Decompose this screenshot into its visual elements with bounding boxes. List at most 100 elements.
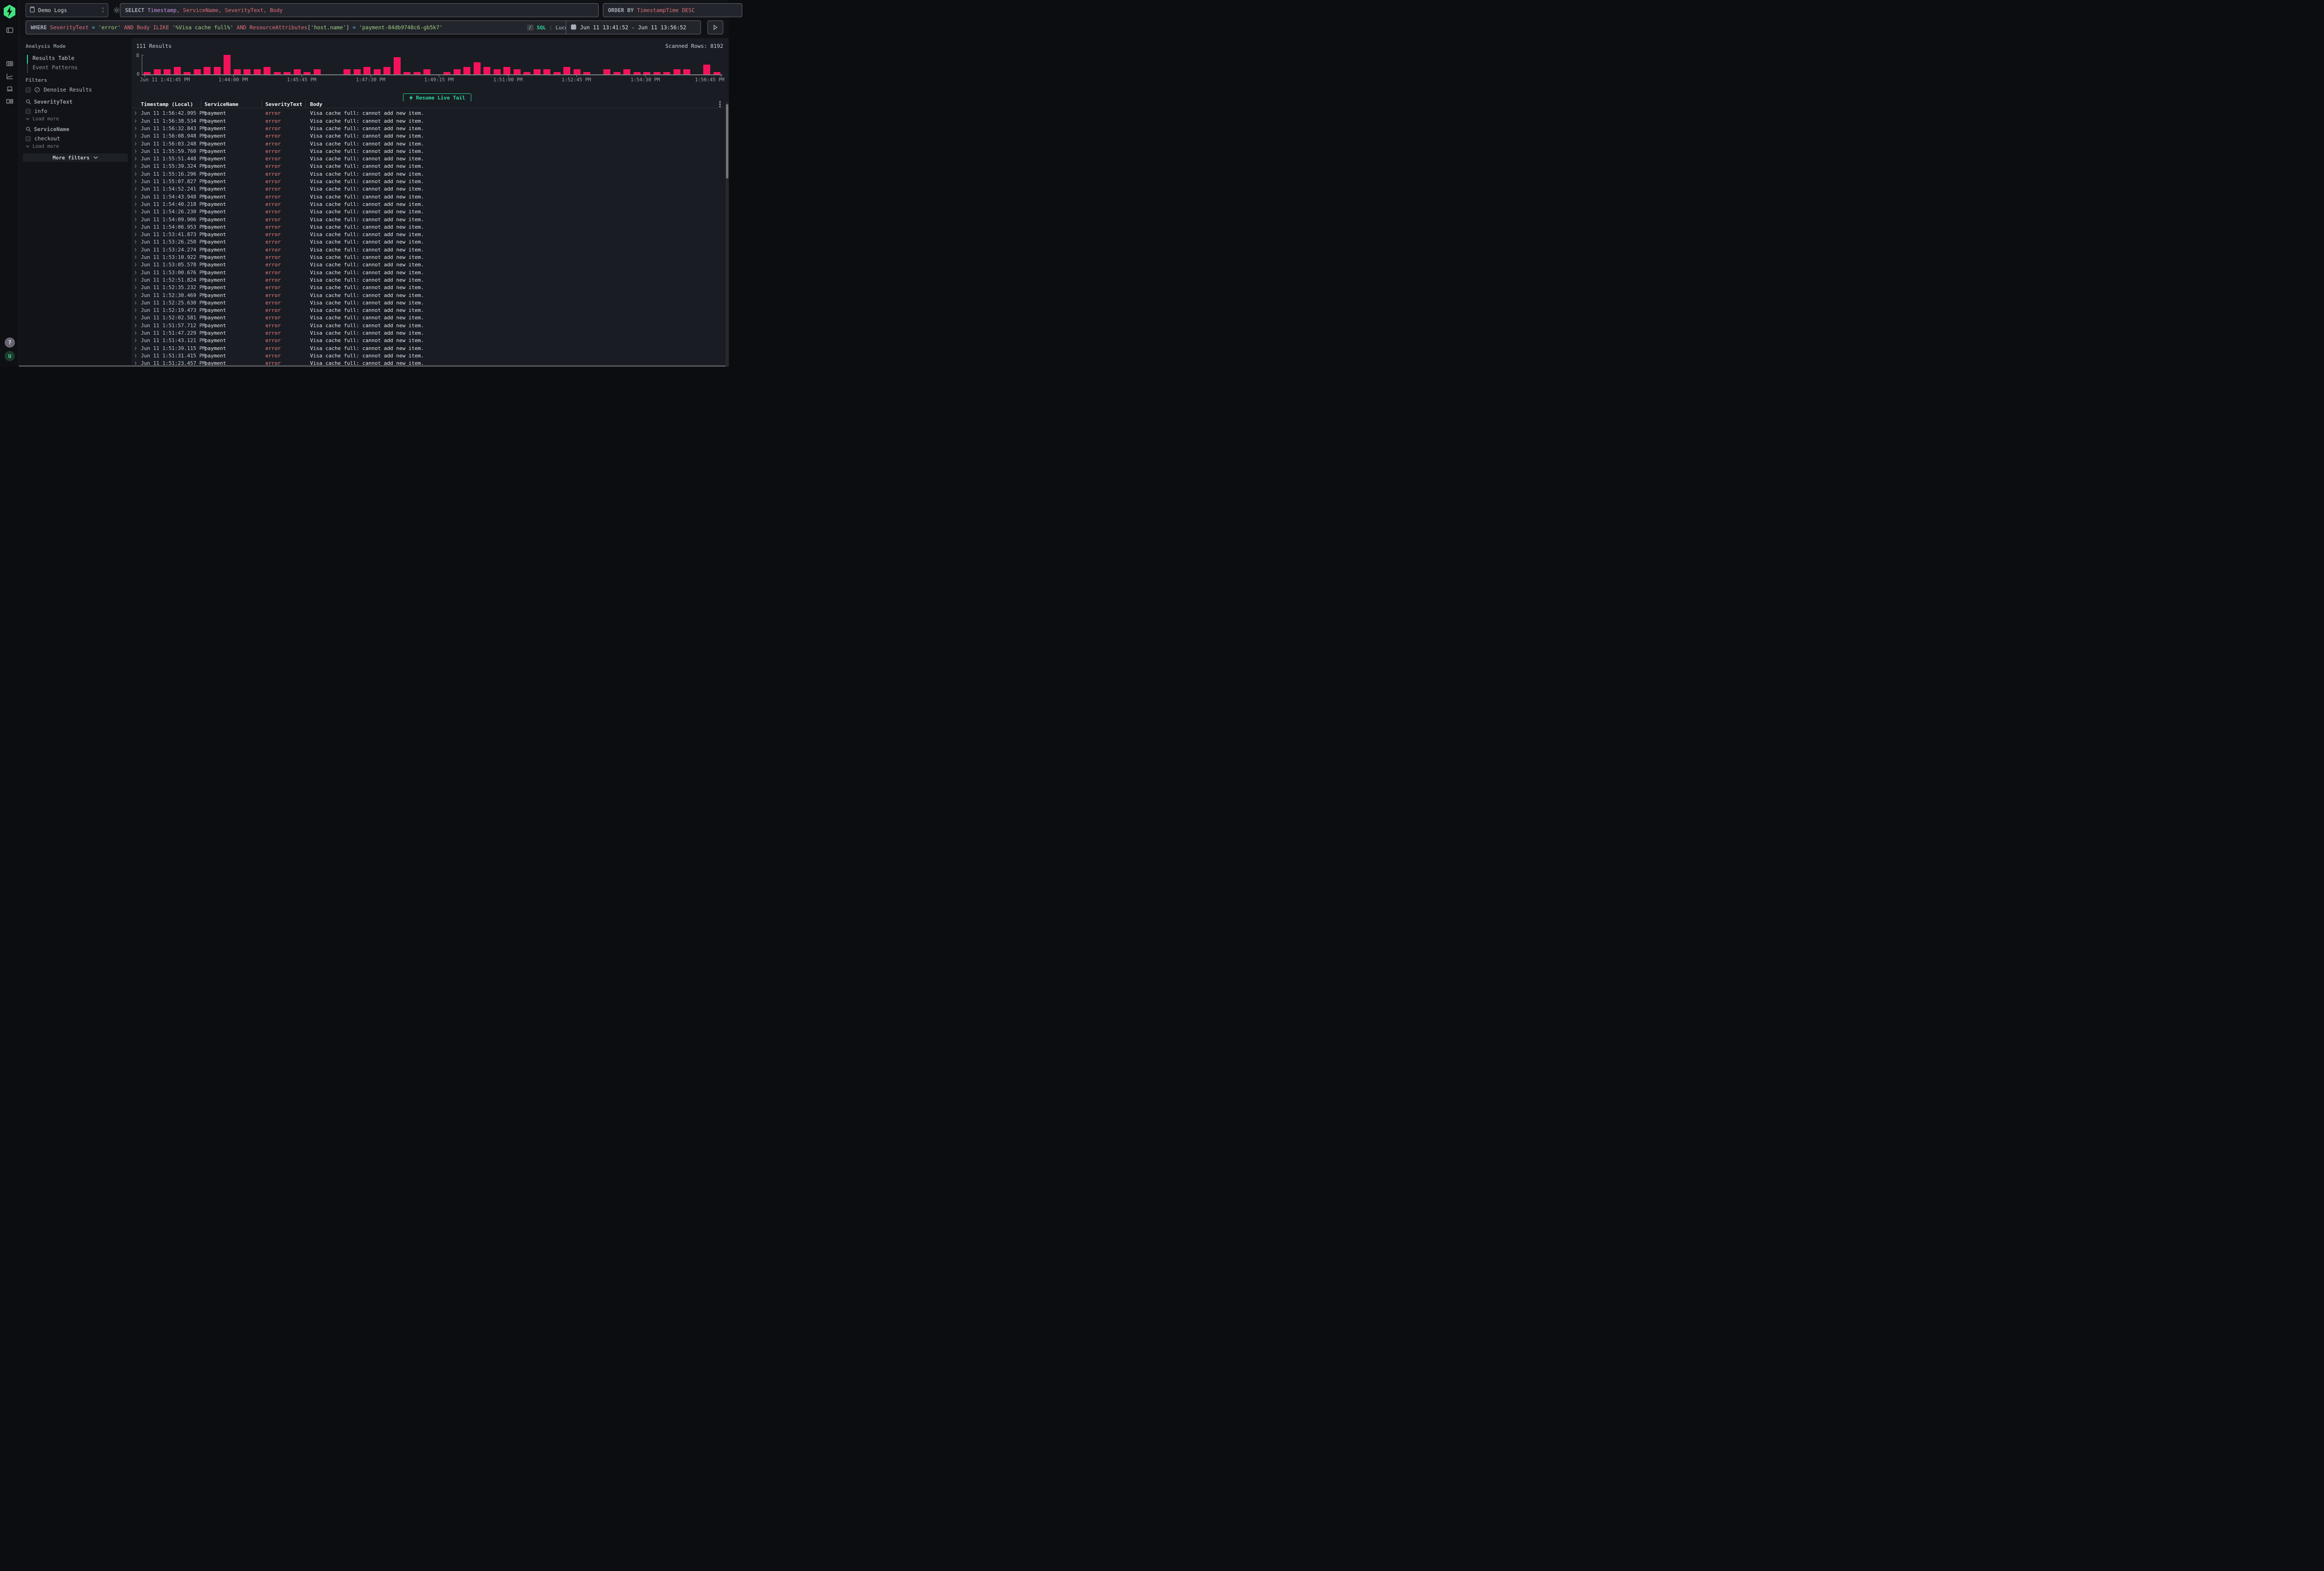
log-table-row[interactable]: ❯Jun 11 1:52:19.473 PMpaymenterrorVisa c…	[132, 307, 726, 315]
histogram-bar[interactable]	[442, 55, 452, 74]
log-table-row[interactable]: ❯Jun 11 1:52:51.824 PMpaymenterrorVisa c…	[132, 277, 726, 284]
log-table-row[interactable]: ❯Jun 11 1:55:51.448 PMpaymenterrorVisa c…	[132, 156, 726, 163]
histogram-bar[interactable]	[412, 55, 423, 74]
histogram-bar[interactable]	[392, 55, 403, 74]
log-table-row[interactable]: ❯Jun 11 1:52:25.630 PMpaymenterrorVisa c…	[132, 300, 726, 307]
filter-option-checkout[interactable]: checkout	[26, 135, 60, 142]
row-expand-chevron[interactable]: ❯	[134, 202, 137, 207]
histogram-bar[interactable]	[162, 55, 172, 74]
app-logo-icon[interactable]	[3, 5, 16, 20]
row-expand-chevron[interactable]: ❯	[134, 308, 137, 313]
log-table-row[interactable]: ❯Jun 11 1:53:24.274 PMpaymenterrorVisa c…	[132, 247, 726, 254]
histogram-bar[interactable]	[332, 55, 343, 74]
client-sessions-icon[interactable]	[6, 85, 13, 92]
row-expand-chevron[interactable]: ❯	[134, 172, 137, 177]
log-table-row[interactable]: ❯Jun 11 1:54:09.906 PMpaymenterrorVisa c…	[132, 217, 726, 224]
help-button[interactable]: ?	[5, 337, 15, 348]
row-expand-chevron[interactable]: ❯	[134, 210, 137, 214]
log-table-row[interactable]: ❯Jun 11 1:51:31.415 PMpaymenterrorVisa c…	[132, 353, 726, 360]
histogram-bar[interactable]	[352, 55, 363, 74]
histogram-bar[interactable]	[432, 55, 442, 74]
row-expand-chevron[interactable]: ❯	[134, 157, 137, 161]
log-table-row[interactable]: ❯Jun 11 1:56:03.248 PMpaymenterrorVisa c…	[132, 141, 726, 148]
histogram-bar[interactable]	[302, 55, 312, 74]
histogram-bar[interactable]	[142, 55, 152, 74]
log-table-row[interactable]: ❯Jun 11 1:51:47.229 PMpaymenterrorVisa c…	[132, 330, 726, 337]
histogram-bar[interactable]	[152, 55, 163, 74]
log-table-row[interactable]: ❯Jun 11 1:53:10.922 PMpaymenterrorVisa c…	[132, 254, 726, 262]
row-expand-chevron[interactable]: ❯	[134, 195, 137, 199]
log-table-row[interactable]: ❯Jun 11 1:51:39.115 PMpaymenterrorVisa c…	[132, 345, 726, 353]
vertical-scrollbar-thumb[interactable]	[726, 104, 728, 178]
load-more-severitytext[interactable]: Load more	[26, 116, 59, 122]
log-table-row[interactable]: ❯Jun 11 1:56:38.534 PMpaymenterrorVisa c…	[132, 118, 726, 125]
histogram-bar[interactable]	[452, 55, 462, 74]
sidebar-item-event-patterns[interactable]: Event Patterns	[27, 64, 78, 73]
histogram-bar[interactable]	[252, 55, 263, 74]
histogram-bar[interactable]	[482, 55, 492, 74]
row-expand-chevron[interactable]: ❯	[134, 187, 137, 191]
histogram-bar[interactable]	[402, 55, 412, 74]
histogram-bar[interactable]	[292, 55, 303, 74]
histogram-bar[interactable]	[172, 55, 183, 74]
log-table-row[interactable]: ❯Jun 11 1:55:59.760 PMpaymenterrorVisa c…	[132, 148, 726, 156]
log-table-row[interactable]: ❯Jun 11 1:51:43.121 PMpaymenterrorVisa c…	[132, 337, 726, 345]
log-table-row[interactable]: ❯Jun 11 1:52:02.581 PMpaymenterrorVisa c…	[132, 315, 726, 322]
search-icon[interactable]	[26, 99, 31, 105]
search-icon[interactable]	[26, 126, 31, 132]
run-query-button[interactable]	[707, 20, 723, 34]
histogram-bar[interactable]	[662, 55, 672, 74]
histogram-bar[interactable]	[612, 55, 622, 74]
histogram-bar[interactable]	[552, 55, 562, 74]
histogram-bar[interactable]	[312, 55, 323, 74]
denoise-results-row[interactable]: Denoise Results	[26, 86, 92, 93]
histogram-bar[interactable]	[362, 55, 372, 74]
histogram-bar[interactable]	[322, 55, 332, 74]
column-header-servicename[interactable]: ServiceName	[205, 101, 238, 107]
row-expand-chevron[interactable]: ❯	[134, 126, 137, 131]
log-table-row[interactable]: ❯Jun 11 1:56:08.948 PMpaymenterrorVisa c…	[132, 133, 726, 140]
row-expand-chevron[interactable]: ❯	[134, 248, 137, 252]
search-logs-icon[interactable]	[6, 60, 13, 67]
resume-live-tail-button[interactable]: Resume Live Tail	[403, 93, 471, 102]
histogram-bar[interactable]	[242, 55, 252, 74]
histogram-bar[interactable]	[592, 55, 602, 74]
row-expand-chevron[interactable]: ❯	[134, 271, 137, 275]
log-table-row[interactable]: ❯Jun 11 1:53:00.676 PMpaymenterrorVisa c…	[132, 270, 726, 277]
histogram-bar[interactable]	[342, 55, 352, 74]
gear-icon[interactable]	[113, 7, 120, 16]
row-expand-chevron[interactable]: ❯	[134, 331, 137, 336]
histogram-bar[interactable]	[202, 55, 212, 74]
log-table-row[interactable]: ❯Jun 11 1:55:39.324 PMpaymenterrorVisa c…	[132, 163, 726, 171]
log-table-row[interactable]: ❯Jun 11 1:54:52.241 PMpaymenterrorVisa c…	[132, 186, 726, 193]
histogram-bar[interactable]	[462, 55, 472, 74]
log-table-row[interactable]: ❯Jun 11 1:54:43.948 PMpaymenterrorVisa c…	[132, 194, 726, 201]
row-expand-chevron[interactable]: ❯	[134, 301, 137, 305]
sql-mode-button[interactable]: SQL	[537, 25, 546, 31]
histogram-bar[interactable]	[192, 55, 203, 74]
histogram-bar[interactable]	[602, 55, 612, 74]
column-resize-handle[interactable]: ⁚⁚	[200, 102, 202, 107]
row-expand-chevron[interactable]: ❯	[134, 240, 137, 244]
row-expand-chevron[interactable]: ❯	[134, 225, 137, 230]
histogram-bar[interactable]	[212, 55, 223, 74]
vertical-scrollbar[interactable]	[726, 102, 729, 367]
horizontal-scrollbar[interactable]	[19, 365, 726, 367]
histogram-bar[interactable]	[672, 55, 682, 74]
log-table-row[interactable]: ❯Jun 11 1:54:26.230 PMpaymenterrorVisa c…	[132, 209, 726, 216]
histogram-bar[interactable]	[282, 55, 292, 74]
histogram-bar[interactable]	[702, 55, 712, 74]
log-table-row[interactable]: ❯Jun 11 1:52:35.232 PMpaymenterrorVisa c…	[132, 284, 726, 292]
histogram-bar[interactable]	[512, 55, 522, 74]
log-table-row[interactable]: ❯Jun 11 1:53:05.578 PMpaymenterrorVisa c…	[132, 262, 726, 269]
source-select[interactable]: Demo Logs ˄˅	[26, 3, 108, 17]
histogram-bar[interactable]	[262, 55, 272, 74]
histogram-bar[interactable]	[182, 55, 192, 74]
where-query-input[interactable]: WHERE SeverityText = 'error' AND Body IL…	[26, 20, 580, 34]
row-expand-chevron[interactable]: ❯	[134, 119, 137, 124]
log-table-row[interactable]: ❯Jun 11 1:56:32.843 PMpaymenterrorVisa c…	[132, 125, 726, 133]
histogram-bar[interactable]	[502, 55, 512, 74]
histogram-bar[interactable]	[372, 55, 383, 74]
row-expand-chevron[interactable]: ❯	[134, 149, 137, 154]
log-table-row[interactable]: ❯Jun 11 1:55:16.296 PMpaymenterrorVisa c…	[132, 171, 726, 178]
